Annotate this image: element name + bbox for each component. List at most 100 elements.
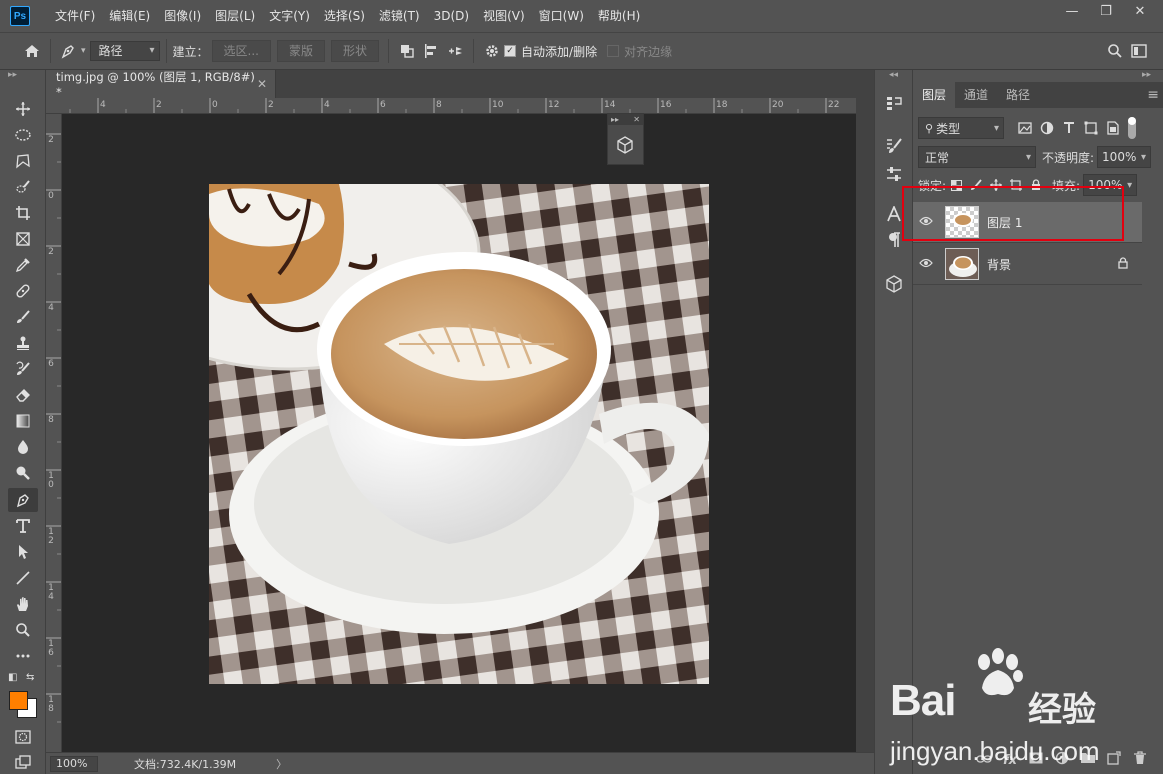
zoom-tool-icon[interactable]: [8, 618, 38, 642]
baidu-jingyan-watermark: Bai 经验 jingyan.baidu.com: [888, 648, 1158, 770]
eyedropper-icon[interactable]: [8, 253, 38, 277]
crop-icon[interactable]: [8, 201, 38, 225]
adjustments-sliders-icon[interactable]: [882, 162, 906, 186]
auto-add-delete-checkbox[interactable]: ✓: [504, 45, 517, 57]
close-window-button[interactable]: ✕: [1123, 0, 1157, 22]
menu-window[interactable]: 窗口(W): [532, 0, 591, 32]
status-menu-arrow[interactable]: 〉: [276, 756, 287, 772]
blend-mode-select[interactable]: 正常 ▾: [918, 146, 1036, 168]
default-colors-icon[interactable]: ◧: [8, 672, 17, 683]
expand-dock-arrows-icon[interactable]: ◂◂: [889, 70, 898, 80]
menu-type[interactable]: 文字(Y): [262, 0, 317, 32]
menu-image[interactable]: 图像(I): [157, 0, 208, 32]
quick-mask-icon[interactable]: [8, 725, 38, 749]
tab-layers[interactable]: 图层: [913, 82, 956, 108]
filter-adjustment-icon[interactable]: [1036, 117, 1058, 139]
collapse-panel-arrows-icon[interactable]: ▸▸: [1142, 70, 1151, 80]
menu-file[interactable]: 文件(F): [48, 0, 102, 32]
quick-selection-icon[interactable]: [8, 175, 38, 199]
home-icon[interactable]: [20, 39, 44, 63]
pen-mode-select[interactable]: 路径: [89, 41, 160, 61]
line-tool-icon[interactable]: [8, 566, 38, 590]
make-shape-button[interactable]: 形状: [331, 40, 380, 62]
zoom-level-field[interactable]: 100%: [50, 755, 98, 772]
type-tool-icon[interactable]: [8, 514, 38, 538]
expand-arrows-icon[interactable]: ▸▸: [611, 114, 619, 125]
ruler-label: 4: [100, 100, 106, 110]
brush-icon[interactable]: [8, 305, 38, 329]
menu-edit[interactable]: 编辑(E): [102, 0, 157, 32]
filter-smart-object-icon[interactable]: [1102, 117, 1124, 139]
brush-settings-icon[interactable]: [882, 134, 906, 158]
collapse-arrows-icon[interactable]: ▸▸: [8, 70, 17, 80]
more-tools-icon[interactable]: [8, 644, 38, 668]
menu-help[interactable]: 帮助(H): [591, 0, 647, 32]
ruler-label: 2: [48, 135, 54, 145]
maximize-button[interactable]: ❐: [1089, 0, 1123, 22]
gear-icon[interactable]: [480, 39, 504, 63]
menu-3d[interactable]: 3D(D): [427, 0, 476, 32]
history-panel-icon[interactable]: [882, 92, 906, 116]
menu-select[interactable]: 选择(S): [317, 0, 372, 32]
filter-shape-icon[interactable]: [1080, 117, 1102, 139]
eraser-icon[interactable]: [8, 383, 38, 407]
path-alignment-icon[interactable]: [419, 39, 443, 63]
panel-menu-icon[interactable]: ≡: [1147, 82, 1159, 108]
visibility-eye-icon[interactable]: [913, 257, 939, 272]
dodge-icon[interactable]: [8, 461, 38, 485]
layer-name[interactable]: 背景: [987, 256, 1011, 273]
make-mask-button[interactable]: 蒙版: [277, 40, 326, 62]
pen-tool-icon[interactable]: [8, 488, 38, 512]
ruler-label: 18: [716, 100, 728, 110]
ruler-label: 1 0: [48, 471, 54, 490]
3d-panel-icon[interactable]: [882, 272, 906, 296]
elliptical-marquee-icon[interactable]: [8, 123, 38, 147]
filter-toggle-switch[interactable]: [1128, 117, 1136, 139]
ruler-label: 1 2: [48, 527, 54, 546]
opacity-field[interactable]: 100% ▾: [1097, 146, 1152, 168]
healing-brush-icon[interactable]: [8, 279, 38, 303]
filter-pixel-icon[interactable]: [1014, 117, 1036, 139]
align-edges-checkbox[interactable]: [607, 45, 620, 57]
blur-icon[interactable]: [8, 435, 38, 459]
tab-channels[interactable]: 通道: [955, 82, 997, 108]
path-operations-icon[interactable]: [395, 39, 419, 63]
build-label: 建立：: [172, 44, 209, 59]
3d-cube-icon[interactable]: [616, 136, 634, 157]
workspace-icon[interactable]: [1127, 39, 1151, 63]
tab-paths[interactable]: 路径: [997, 82, 1039, 108]
chevron-down-icon[interactable]: ▾: [81, 46, 86, 56]
coffee-cup-photo: [209, 184, 709, 684]
path-arrangement-icon[interactable]: [443, 39, 467, 63]
separator: [388, 39, 390, 63]
layer-row-background[interactable]: 背景: [913, 244, 1142, 285]
minimize-button[interactable]: —: [1055, 0, 1089, 22]
make-selection-button[interactable]: 选区...: [211, 40, 271, 62]
hand-tool-icon[interactable]: [8, 592, 38, 616]
screen-mode-icon[interactable]: [8, 750, 38, 774]
history-brush-icon[interactable]: [8, 357, 38, 381]
document-tab[interactable]: timg.jpg @ 100% (图层 1, RGB/8#) * ✕: [46, 70, 276, 99]
menu-view[interactable]: 视图(V): [476, 0, 532, 32]
move-tool-icon[interactable]: [8, 97, 38, 121]
swap-colors-icon[interactable]: ⇆: [26, 672, 34, 683]
frame-icon[interactable]: [8, 227, 38, 251]
filter-type-icon[interactable]: [1058, 117, 1080, 139]
document-image[interactable]: [209, 184, 709, 684]
clone-stamp-icon[interactable]: [8, 331, 38, 355]
pen-tool-preset-icon[interactable]: [57, 39, 81, 63]
menu-filter[interactable]: 滤镜(T): [372, 0, 427, 32]
close-document-icon[interactable]: ✕: [257, 77, 267, 91]
filter-kind-select[interactable]: ⚲ 类型 ▾: [918, 117, 1004, 139]
separator: [473, 39, 475, 63]
close-panel-icon[interactable]: ✕: [633, 114, 640, 125]
path-selection-icon[interactable]: [8, 540, 38, 564]
vertical-scrollbar[interactable]: [856, 98, 874, 752]
gradient-icon[interactable]: [8, 409, 38, 433]
layer-filter-row: ⚲ 类型 ▾: [918, 117, 1136, 139]
foreground-color-swatch[interactable]: [9, 691, 28, 710]
search-icon[interactable]: [1103, 39, 1127, 63]
lasso-icon[interactable]: [8, 149, 38, 173]
panel-header[interactable]: ▸▸ ✕: [608, 114, 643, 125]
menu-layer[interactable]: 图层(L): [208, 0, 262, 32]
